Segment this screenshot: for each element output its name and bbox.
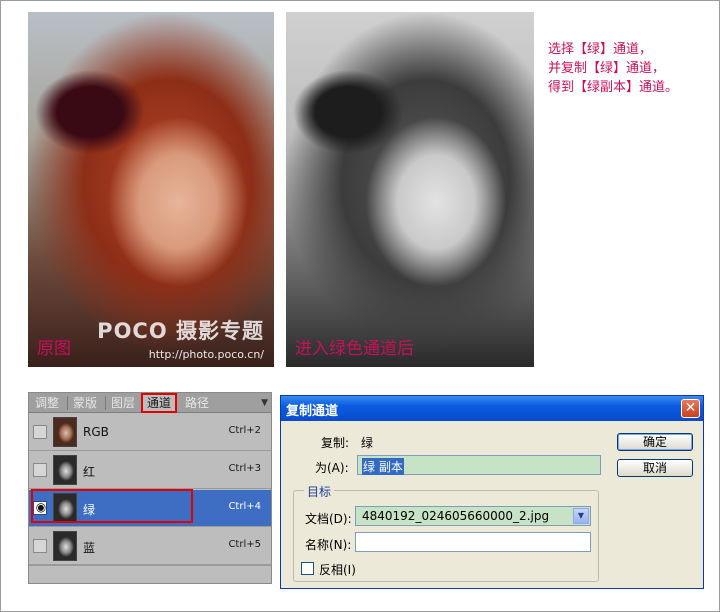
dialog-titlebar: 复制通道 ✕: [281, 396, 703, 421]
dialog-title: 复制通道: [286, 404, 339, 419]
cancel-button[interactable]: 取消: [617, 459, 693, 477]
invert-checkbox[interactable]: [301, 562, 314, 575]
channel-thumbnail: [53, 455, 77, 485]
tab-layers[interactable]: 图层: [107, 394, 139, 412]
channel-name: 红: [83, 465, 96, 479]
tab-paths[interactable]: 路径: [181, 394, 213, 412]
visibility-toggle[interactable]: [33, 425, 47, 439]
document-select-value: 4840192_024605660000_2.jpg: [362, 509, 550, 523]
channel-row-blue[interactable]: 蓝 Ctrl+5: [29, 528, 271, 565]
copy-label: 复制:: [321, 436, 350, 450]
tab-separator: [105, 396, 106, 410]
green-caption: 进入绿色通道后: [295, 339, 414, 359]
duplicate-channel-dialog: 复制通道 ✕ 复制: 绿 为(A): 绿 副本 目标 文档(D): 484019…: [280, 395, 704, 589]
document-label: 文档(D):: [305, 512, 352, 526]
channel-name: 蓝: [83, 541, 96, 555]
original-photo: POCO 摄影专题 http://photo.poco.cn/ 原图: [28, 12, 274, 367]
as-input-value: 绿 副本: [362, 458, 404, 475]
document-select[interactable]: 4840192_024605660000_2.jpg ▼: [355, 506, 591, 526]
invert-label: 反相(I): [319, 563, 356, 577]
copy-value: 绿: [361, 436, 374, 450]
watermark-url: http://photo.poco.cn/: [148, 348, 264, 361]
visibility-toggle[interactable]: [33, 539, 47, 553]
panel-tabbar: 调整 蒙版 图层 通道 路径 ▼: [29, 393, 271, 413]
watermark-logo: POCO 摄影专题: [97, 319, 264, 343]
channel-thumbnail: [53, 531, 77, 561]
channel-row-rgb[interactable]: RGB Ctrl+2: [29, 414, 271, 451]
channel-name: RGB: [83, 425, 109, 439]
as-label: 为(A):: [315, 461, 349, 475]
panel-menu-icon[interactable]: ▼: [261, 398, 268, 408]
channel-shortcut: Ctrl+5: [228, 539, 261, 550]
tab-adjustments[interactable]: 调整: [31, 394, 63, 412]
name-label: 名称(N):: [305, 538, 352, 552]
channels-panel: 调整 蒙版 图层 通道 路径 ▼ RGB Ctrl+2 红 Ctrl+3 ◉ 绿…: [28, 392, 272, 584]
tab-channels-highlight: [141, 393, 177, 413]
channel-row-red[interactable]: 红 Ctrl+3: [29, 452, 271, 489]
green-row-highlight: [31, 489, 193, 523]
channel-shortcut: Ctrl+4: [228, 501, 261, 512]
tab-separator: [67, 396, 68, 410]
visibility-toggle[interactable]: [33, 463, 47, 477]
green-channel-photo: 进入绿色通道后: [286, 12, 534, 367]
panel-bottom-bar: [29, 565, 271, 583]
name-input[interactable]: [355, 532, 591, 552]
channel-shortcut: Ctrl+2: [228, 425, 261, 436]
channel-thumbnail: [53, 417, 77, 447]
as-input[interactable]: 绿 副本: [357, 455, 601, 475]
close-button[interactable]: ✕: [681, 399, 700, 418]
tab-masks[interactable]: 蒙版: [69, 394, 101, 412]
channel-shortcut: Ctrl+3: [228, 463, 261, 474]
original-caption: 原图: [37, 339, 71, 359]
destination-group-label: 目标: [304, 483, 335, 500]
chevron-down-icon[interactable]: ▼: [573, 508, 589, 524]
ok-button[interactable]: 确定: [617, 433, 693, 451]
instruction-note: 选择【绿】通道， 并复制【绿】通道， 得到【绿副本】通道。: [548, 42, 679, 95]
